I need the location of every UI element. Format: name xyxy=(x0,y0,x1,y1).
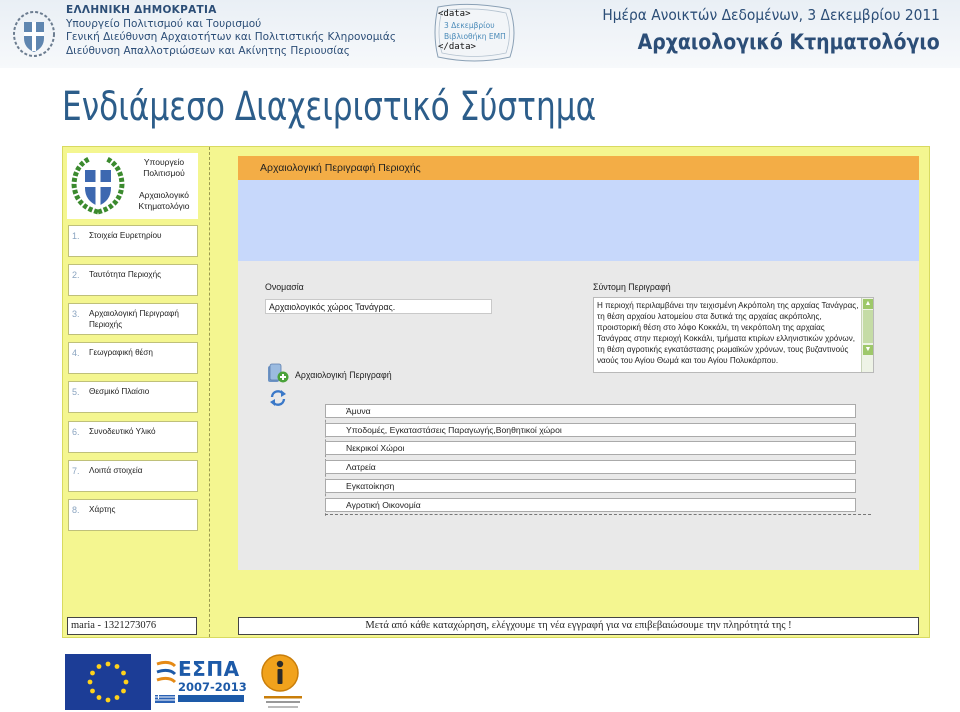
summary-scrollbar[interactable]: ▲ ▼ xyxy=(861,298,873,372)
summary-textarea[interactable]: Η περιοχή περιλαμβάνει την τειχισμένη Ακ… xyxy=(593,297,874,373)
status-message: Μετά από κάθε καταχώρηση, ελέγχουμε τη ν… xyxy=(238,617,919,635)
logo-line-2: Πολιτισμού xyxy=(143,167,185,178)
laurel-emblem-icon xyxy=(71,156,125,215)
slide-title: Ενδιάμεσο Διαχειριστικό Σύστημα xyxy=(62,84,597,130)
nav-label: Συνοδευτικό Υλικό xyxy=(89,427,156,436)
open-data-logo-text: <data> 3 Δεκεμβρίου Βιβλιοθήκη ΕΜΠ </dat… xyxy=(438,9,506,53)
add-document-icon[interactable] xyxy=(267,363,289,385)
espa-swoosh-icon xyxy=(156,660,177,684)
data-close-tag: </data> xyxy=(438,42,476,52)
drag-guide-line xyxy=(325,514,871,515)
category-item-burial-grounds[interactable]: Νεκρικοί Χώροι xyxy=(325,441,856,455)
eu-flag-icon xyxy=(65,654,151,710)
event-title: Αρχαιολογικό Κτηματολόγιο xyxy=(637,30,940,54)
nav-number: 2. xyxy=(72,270,80,280)
description-section-title: Αρχαιολογική Περιγραφή xyxy=(295,370,392,380)
name-field[interactable] xyxy=(265,299,492,314)
refresh-icon[interactable] xyxy=(269,389,287,407)
nav-item-area-identity[interactable]: 2. Ταυτότητα Περιοχής xyxy=(68,264,198,296)
nav-label: Γεωγραφική θέση xyxy=(89,348,153,357)
logo-cadastre-text: Αρχαιολογικό Κτηματολόγιο xyxy=(129,190,199,211)
espa-name: ΕΣΠΑ xyxy=(178,657,240,681)
nav-number: 4. xyxy=(72,348,80,358)
nav-label: Αρχαιολογική Περιγραφή Περιοχής xyxy=(89,309,179,329)
app-window: Υπουργείο Πολιτισμού Αρχαιολογικό Κτηματ… xyxy=(62,146,930,638)
nav-label: Ταυτότητα Περιοχής xyxy=(89,270,162,279)
nav-item-archaeological-description[interactable]: 3. Αρχαιολογική Περιγραφή Περιοχής xyxy=(68,303,198,335)
espa-tagline-bar xyxy=(178,695,244,702)
nav-number: 1. xyxy=(72,231,80,241)
category-item-defense[interactable]: Άμυνα xyxy=(325,404,856,418)
data-logo-library: Βιβλιοθήκη ΕΜΠ xyxy=(444,32,506,41)
data-open-tag: <data> xyxy=(438,9,471,19)
logo-ministry-text: Υπουργείο Πολιτισμού xyxy=(129,157,199,178)
nav-item-other-data[interactable]: 7. Λοιπά στοιχεία xyxy=(68,460,198,492)
panel-title: Αρχαιολογική Περιγραφή Περιοχής xyxy=(238,156,919,180)
category-item-worship[interactable]: Λατρεία xyxy=(325,460,856,474)
panel-info-band xyxy=(238,180,919,261)
name-field-label: Ονομασία xyxy=(265,282,304,292)
digital-greece-logo-icon xyxy=(261,654,302,708)
nav-item-map[interactable]: 8. Χάρτης xyxy=(68,499,198,531)
ministry-logo-card: Υπουργείο Πολιτισμού Αρχαιολογικό Κτηματ… xyxy=(67,153,198,219)
nav-label: Θεσμικό Πλαίσιο xyxy=(89,387,150,396)
scroll-up-icon[interactable]: ▲ xyxy=(863,299,873,309)
nav-item-index-data[interactable]: 1. Στοιχεία Ευρετηρίου xyxy=(68,225,198,257)
category-item-settlement[interactable]: Εγκατοίκηση xyxy=(325,479,856,493)
event-subtitle: Ημέρα Ανοικτών Δεδομένων, 3 Δεκεμβρίου 2… xyxy=(602,6,940,24)
logo-line-3: Αρχαιολογικό xyxy=(139,190,189,200)
main-panel: Αρχαιολογική Περιγραφή Περιοχής Ονομασία… xyxy=(238,156,919,570)
logo-line-1: Υπουργείο xyxy=(143,157,185,167)
nav-label: Λοιπά στοιχεία xyxy=(89,466,143,475)
nav-item-geographic-location[interactable]: 4. Γεωγραφική θέση xyxy=(68,342,198,374)
category-item-agricultural-economy[interactable]: Αγροτική Οικονομία xyxy=(325,498,856,512)
espa-logo: ΕΣΠΑ 2007-2013 xyxy=(155,654,247,710)
nav-number: 3. xyxy=(72,309,80,319)
summary-field-label: Σύντομη Περιγραφή xyxy=(593,282,671,292)
republic-label: ΕΛΛΗΝΙΚΗ ΔΗΜΟΚΡΑΤΙΑ xyxy=(66,4,217,16)
nav-label: Στοιχεία Ευρετηρίου xyxy=(89,231,162,240)
nav-number: 6. xyxy=(72,427,80,437)
ministry-block: ΕΛΛΗΝΙΚΗ ΔΗΜΟΚΡΑΤΙΑ Υπουργείο Πολιτισμού… xyxy=(66,4,396,58)
sidebar-divider xyxy=(209,147,210,637)
nav-label: Χάρτης xyxy=(89,505,116,514)
logo-line-4: Κτηματολόγιο xyxy=(138,200,190,211)
ministry-label: Υπουργείο Πολιτισμού και Τουρισμού xyxy=(66,17,262,30)
nav-item-legal-framework[interactable]: 5. Θεσμικό Πλαίσιο xyxy=(68,381,198,413)
scroll-down-icon[interactable]: ▼ xyxy=(863,345,873,355)
directorate-label: Διεύθυνση Απαλλοτριώσεων και Ακίνητης Πε… xyxy=(66,44,350,57)
category-item-infrastructure[interactable]: Υποδομές, Εγκαταστάσεις Παραγωγής,Βοηθητ… xyxy=(325,423,856,437)
data-logo-date: 3 Δεκεμβρίου xyxy=(444,21,495,30)
status-user-info: maria - 1321273076 xyxy=(67,617,197,635)
directorate-general-label: Γενική Διεύθυνση Αρχαιοτήτων και Πολιτισ… xyxy=(66,31,397,43)
espa-years: 2007-2013 xyxy=(178,680,247,694)
nav-item-accompanying-material[interactable]: 6. Συνοδευτικό Υλικό xyxy=(68,421,198,453)
scroll-thumb[interactable] xyxy=(863,310,873,343)
nav-number: 8. xyxy=(72,505,80,515)
nav-number: 5. xyxy=(72,387,80,397)
summary-text: Η περιοχή περιλαμβάνει την τειχισμένη Ακ… xyxy=(597,301,859,365)
greek-flag-icon xyxy=(155,695,175,703)
nav-number: 7. xyxy=(72,466,80,476)
greek-emblem-icon xyxy=(13,11,55,57)
